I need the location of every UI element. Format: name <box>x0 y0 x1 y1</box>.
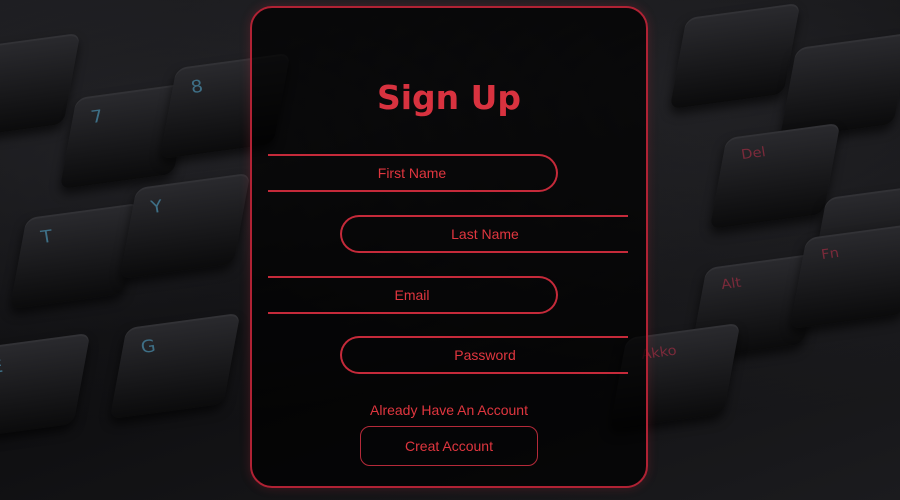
email-input[interactable] <box>268 276 558 314</box>
key-glyph: E <box>0 356 5 378</box>
keyboard-key: E <box>0 332 91 440</box>
page-title: Sign Up <box>376 78 522 117</box>
key-glyph: 7 <box>89 106 105 128</box>
key-glyph: Fn <box>820 245 841 263</box>
already-have-account-link[interactable]: Already Have An Account <box>252 402 646 418</box>
first-name-input[interactable] <box>268 154 558 192</box>
key-glyph: Y <box>149 196 164 218</box>
create-account-button[interactable]: Creat Account <box>360 426 538 466</box>
keyboard-key: T <box>9 202 141 310</box>
key-glyph: G <box>139 336 158 358</box>
password-input[interactable] <box>340 336 628 374</box>
key-glyph: Del <box>740 144 767 163</box>
keyboard-key <box>669 2 801 110</box>
key-glyph: T <box>39 226 54 248</box>
keyboard-key <box>779 32 900 140</box>
last-name-input[interactable] <box>340 215 628 253</box>
keyboard-key: Del <box>709 122 841 230</box>
signup-card: Sign Up Already Have An Account Creat Ac… <box>250 6 648 488</box>
keyboard-key: Y <box>119 172 251 280</box>
keyboard-key: G <box>109 312 241 420</box>
keyboard-key: Fn <box>789 222 900 330</box>
key-glyph: 8 <box>189 76 205 98</box>
keyboard-key: 6 <box>0 32 81 140</box>
key-glyph: Alt <box>720 275 743 293</box>
